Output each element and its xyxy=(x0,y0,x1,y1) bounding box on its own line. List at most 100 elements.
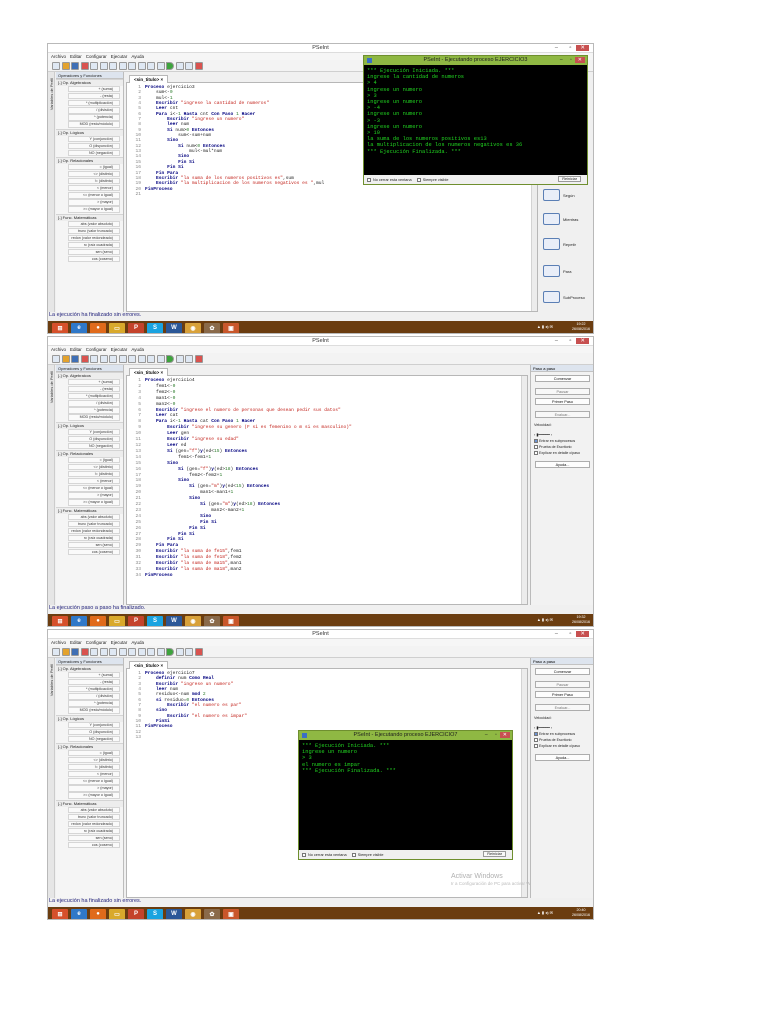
op-button[interactable]: O (disyunción) xyxy=(68,142,120,149)
op-button[interactable]: ^ (potencia) xyxy=(68,407,120,414)
copy-icon[interactable] xyxy=(118,61,127,70)
op-button[interactable]: Y (conjunción) xyxy=(68,135,120,142)
checkbox[interactable] xyxy=(416,177,421,182)
explorer-icon[interactable]: ▭ xyxy=(109,615,125,626)
entrar-checkbox[interactable]: Entrar en subprocesos xyxy=(534,439,593,443)
menu-ejecutar[interactable]: Ejecutar xyxy=(111,347,128,352)
find-icon[interactable] xyxy=(137,647,146,656)
op-button[interactable]: NO (negación) xyxy=(68,442,120,450)
menu-editar[interactable]: Editar xyxy=(70,54,82,59)
checkbox[interactable] xyxy=(534,732,538,736)
firefox-icon[interactable]: ● xyxy=(90,322,106,333)
side-tab[interactable]: Variables de Perfil xyxy=(48,72,55,312)
open-file-icon[interactable] xyxy=(61,61,70,70)
group-matematicas[interactable]: [-] Func. Matemáticas xyxy=(56,506,123,514)
group-logicos[interactable]: [-] Op. Lógicos xyxy=(56,421,123,429)
menu-ejecutar[interactable]: Ejecutar xyxy=(111,54,128,59)
op-button[interactable]: rc (raíz cuadrada) xyxy=(68,241,120,249)
word-icon[interactable]: W xyxy=(166,322,182,333)
flowchart-icon[interactable] xyxy=(185,354,193,363)
restart-button[interactable]: Reiniciar xyxy=(483,851,506,857)
find-icon[interactable] xyxy=(137,61,146,70)
op-button[interactable]: cos (coseno) xyxy=(68,255,120,263)
op-button[interactable]: < (menor) xyxy=(68,478,120,485)
chrome-icon[interactable]: ◉ xyxy=(185,908,201,919)
op-button[interactable]: MOD (resto/módulo) xyxy=(68,121,120,128)
explicar-checkbox[interactable]: Explicar en detalle c/paso xyxy=(534,451,593,455)
firefox-icon[interactable]: ● xyxy=(90,908,106,919)
console-window[interactable]: PSeInt - Ejecutando proceso EJERCICIO3– … xyxy=(363,55,588,185)
skype-icon[interactable]: S xyxy=(147,615,163,626)
checkbox[interactable] xyxy=(534,744,538,748)
group-algebraicos[interactable]: [-] Op. Algebraicos xyxy=(56,665,123,672)
help-icon[interactable] xyxy=(194,354,203,363)
op-button[interactable]: <= (menor o igual) xyxy=(68,778,120,785)
op-button[interactable]: >= (mayor o igual) xyxy=(68,499,120,506)
checkbox[interactable] xyxy=(534,738,538,742)
vertical-scrollbar[interactable] xyxy=(521,669,527,897)
prueba-checkbox[interactable]: Prueba de Escritorio xyxy=(534,445,593,449)
editor-tab[interactable]: <sin_titulo> × xyxy=(129,368,169,376)
console-window[interactable]: PSeInt - Ejecutando proceso EJERCICIO7– … xyxy=(298,730,513,860)
op-button[interactable]: > (mayor) xyxy=(68,785,120,792)
menu-archivo[interactable]: Archivo xyxy=(51,640,66,645)
code-line[interactable]: 34 FinProceso xyxy=(127,573,527,579)
panel-header[interactable]: Operadores y Funciones xyxy=(56,72,123,79)
step-icon[interactable] xyxy=(175,61,184,70)
menu-archivo[interactable]: Archivo xyxy=(51,54,66,59)
chrome-icon[interactable]: ◉ xyxy=(185,322,201,333)
op-button[interactable]: <= (menor o igual) xyxy=(68,485,120,492)
op-button[interactable]: abs (valor absoluto) xyxy=(68,513,120,520)
op-button[interactable]: < (menor) xyxy=(68,771,120,778)
run-icon[interactable] xyxy=(166,354,174,363)
paste-icon[interactable] xyxy=(128,354,136,363)
tool-icon[interactable]: ✿ xyxy=(204,322,220,333)
undo-icon[interactable] xyxy=(90,61,98,70)
run-icon[interactable] xyxy=(166,647,174,656)
paste-icon[interactable] xyxy=(128,61,136,70)
op-button[interactable]: redon (valor redondeado) xyxy=(68,820,120,827)
menu-configurar[interactable]: Configurar xyxy=(86,347,107,352)
op-button[interactable]: / (división) xyxy=(68,400,120,407)
windows-start-icon[interactable]: ⊞ xyxy=(52,615,68,626)
explorer-icon[interactable]: ▭ xyxy=(109,322,125,333)
mini-button-subproceso[interactable]: SubProceso xyxy=(543,286,591,308)
op-button[interactable]: sen (seno) xyxy=(68,541,120,549)
close-icon[interactable]: ✕ xyxy=(499,732,510,738)
op-button[interactable]: / (división) xyxy=(68,107,120,114)
comenzar-button[interactable]: Comenzar xyxy=(535,668,590,675)
ie-icon[interactable]: e xyxy=(71,615,87,626)
checkbox[interactable] xyxy=(534,445,538,449)
word-icon[interactable]: W xyxy=(166,908,182,919)
group-logicos[interactable]: [-] Op. Lógicos xyxy=(56,128,123,136)
menu-ayuda[interactable]: Ayuda xyxy=(131,54,144,59)
find-icon[interactable] xyxy=(137,354,146,363)
help-icon[interactable] xyxy=(194,61,203,70)
op-button[interactable]: * (multiplicación) xyxy=(68,686,120,693)
op-button[interactable]: abs (valor absoluto) xyxy=(68,806,120,813)
skype-icon[interactable]: S xyxy=(147,322,163,333)
restart-button[interactable]: Reiniciar xyxy=(558,176,581,182)
op-button[interactable]: NO (negación) xyxy=(68,735,120,743)
op-button[interactable]: = (igual) xyxy=(68,163,120,171)
op-button[interactable]: trunc (valor truncado) xyxy=(68,813,120,820)
mini-button-mientras[interactable]: Mientras xyxy=(543,208,591,230)
side-tab[interactable]: Variables de Perfil xyxy=(48,658,55,898)
powerpoint-icon[interactable]: P xyxy=(128,908,144,919)
new-file-icon[interactable] xyxy=(52,61,60,70)
op-button[interactable]: redon (valor redondeado) xyxy=(68,234,120,241)
op-button[interactable]: <> (distinto) xyxy=(68,463,120,471)
pseint-taskbar-icon[interactable]: ▣ xyxy=(223,322,239,333)
menu-configurar[interactable]: Configurar xyxy=(86,640,107,645)
ayuda-button[interactable]: Ayuda... xyxy=(535,754,590,761)
console-controls[interactable]: – ▫ ✕ xyxy=(485,731,510,740)
comenzar-button[interactable]: Comenzar xyxy=(535,375,590,382)
menu-editar[interactable]: Editar xyxy=(70,640,82,645)
op-button[interactable]: + (suma) xyxy=(68,379,120,386)
code-line[interactable]: 21 xyxy=(127,192,537,197)
evaluar-button[interactable]: Evaluar... xyxy=(535,411,590,418)
flowchart-icon[interactable] xyxy=(185,61,193,70)
op-button[interactable]: sen (seno) xyxy=(68,248,120,256)
ayuda-button[interactable]: Ayuda... xyxy=(535,461,590,468)
group-matematicas[interactable]: [-] Func. Matemáticas xyxy=(56,213,123,221)
